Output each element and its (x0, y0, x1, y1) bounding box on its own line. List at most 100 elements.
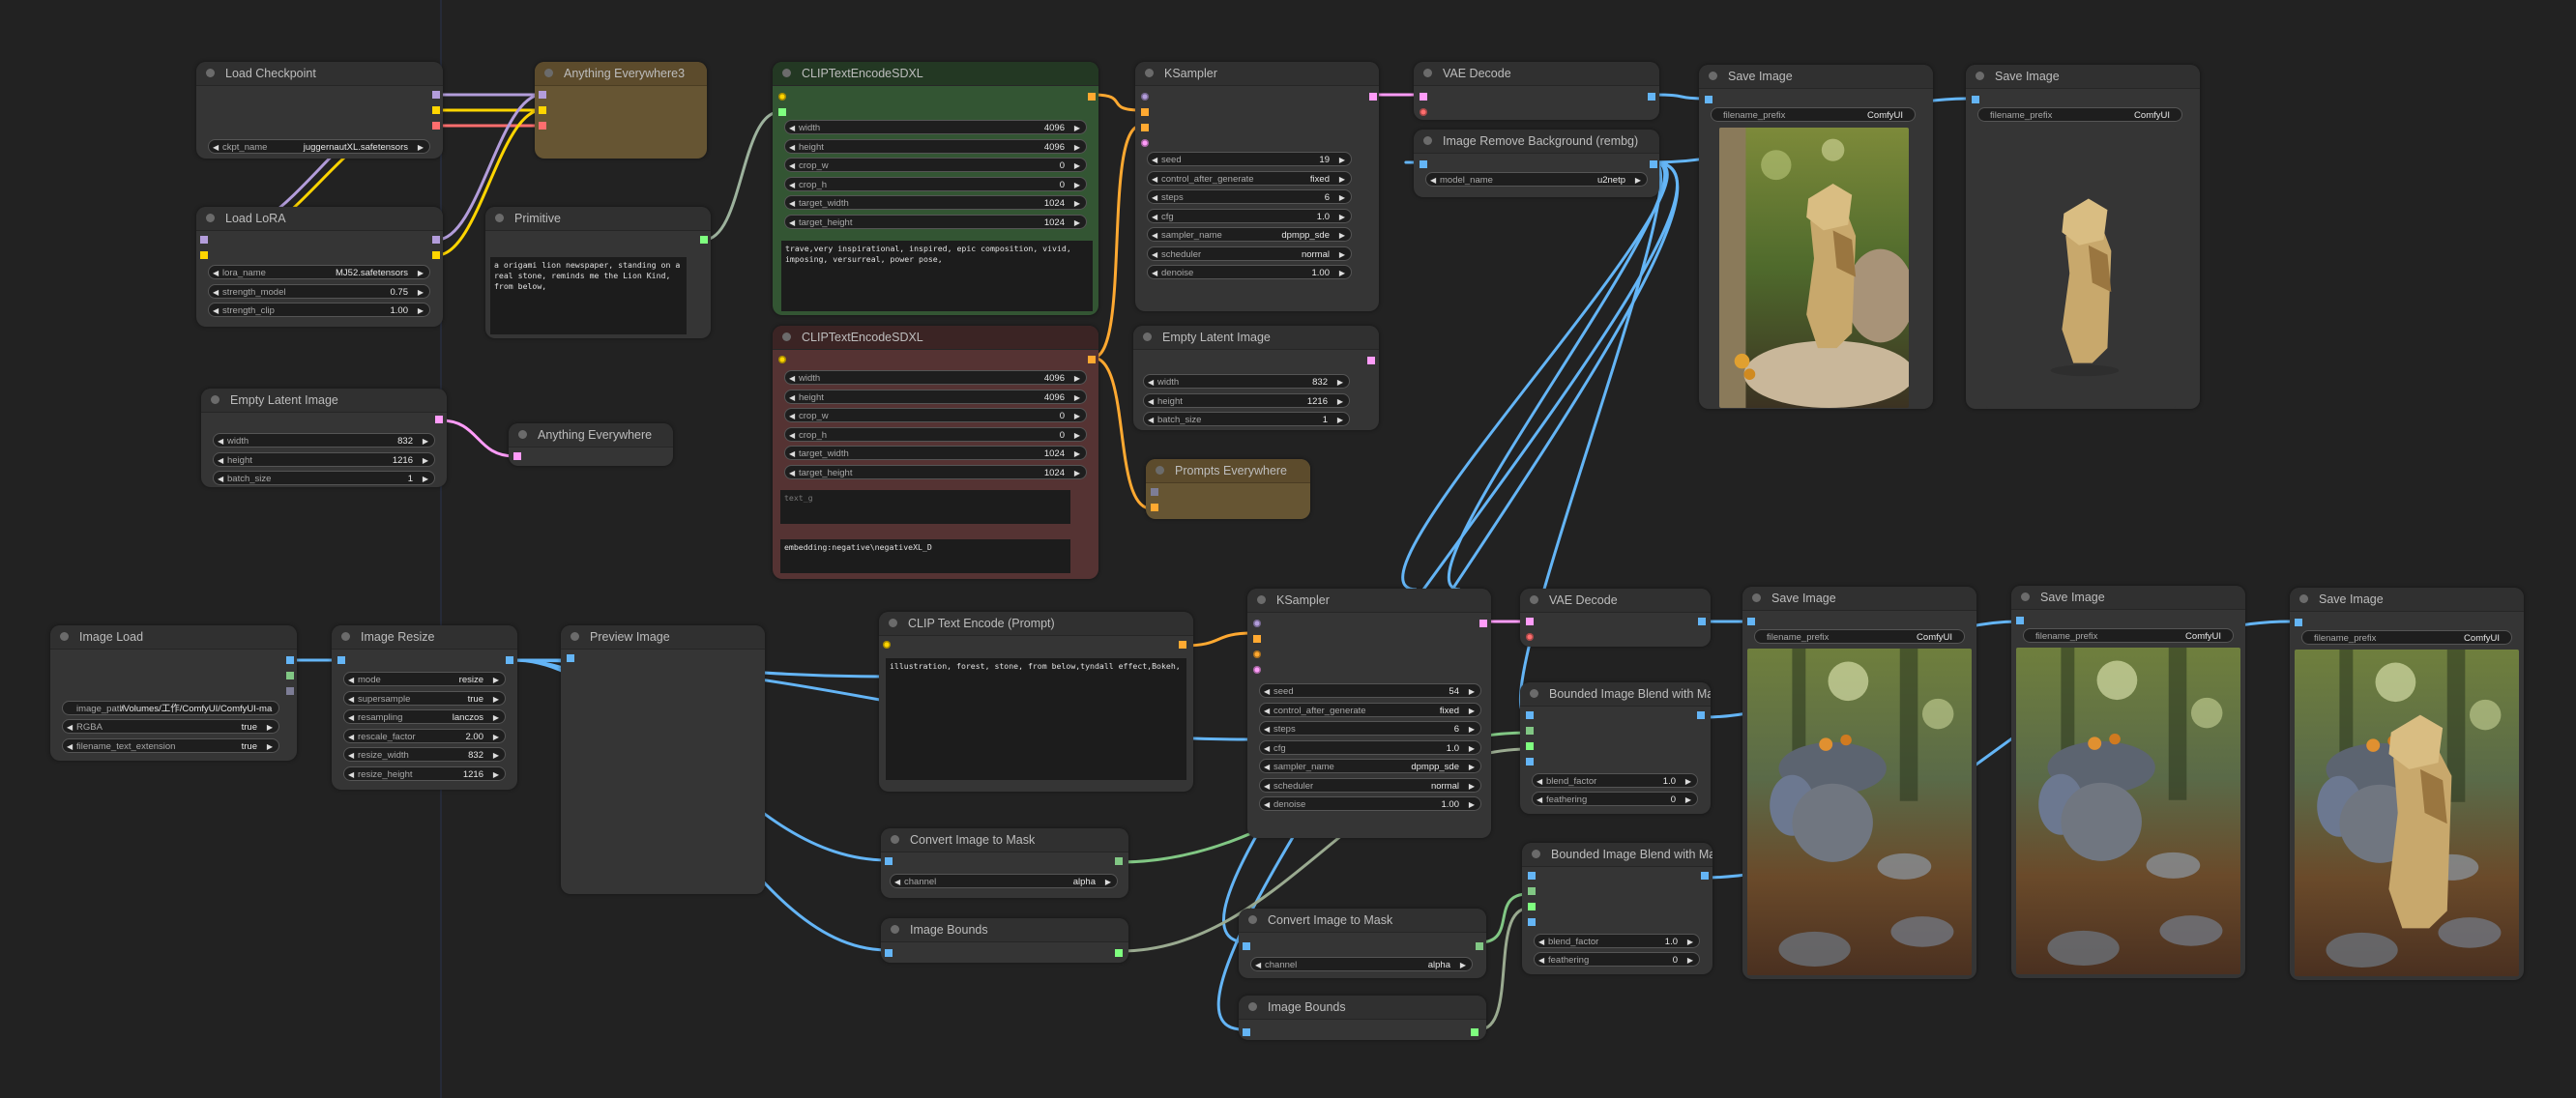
output-latent-socket[interactable] (1479, 620, 1487, 627)
input-latent-socket[interactable] (1141, 139, 1149, 147)
widget-resize-width[interactable]: ◀ ▶ resize_width 832 (343, 747, 506, 762)
input-bounds-socket[interactable] (1528, 903, 1536, 910)
arrow-left-icon[interactable]: ◀ (789, 371, 795, 386)
collapse-dot-icon[interactable] (1752, 593, 1761, 602)
output-latent-socket[interactable] (1367, 357, 1375, 364)
input-target-socket[interactable] (1526, 711, 1534, 719)
input-image-socket[interactable] (337, 656, 345, 664)
widget-mode[interactable]: ◀ ▶ mode resize (343, 672, 506, 686)
node-anything-everywhere[interactable]: Anything Everywhere (509, 423, 673, 466)
arrow-left-icon[interactable]: ◀ (1152, 247, 1157, 262)
widget-strength-model[interactable]: ◀ ▶ strength_model 0.75 (208, 283, 430, 300)
input-clip-socket[interactable] (883, 641, 891, 649)
widget-crop-w[interactable]: ◀ ▶ crop_w 0 (784, 408, 1087, 422)
input-image-socket[interactable] (1972, 96, 1979, 103)
filename-prefix-field[interactable]: filename_prefix ComfyUI (1977, 107, 2182, 122)
input-negative-socket[interactable] (1253, 650, 1261, 658)
arrow-left-icon[interactable]: ◀ (218, 434, 223, 448)
input-source-socket[interactable] (1526, 758, 1534, 766)
arrow-right-icon[interactable]: ▶ (493, 767, 499, 782)
arrow-left-icon[interactable]: ◀ (1538, 953, 1544, 968)
arrow-left-icon[interactable]: ◀ (213, 285, 219, 300)
node-title[interactable]: Save Image (2290, 588, 2524, 612)
node-preview-image[interactable]: Preview Image (561, 625, 765, 894)
widget-height[interactable]: ◀ ▶ height 1216 (1143, 392, 1350, 409)
arrow-right-icon[interactable]: ▶ (418, 140, 424, 155)
filename-prefix-field[interactable]: filename_prefix ComfyUI (2301, 630, 2512, 645)
widget-target-width[interactable]: ◀ ▶ target_width 1024 (784, 446, 1087, 460)
arrow-left-icon[interactable]: ◀ (1538, 935, 1544, 949)
output-image-socket[interactable] (1697, 711, 1705, 719)
collapse-dot-icon[interactable] (1156, 466, 1164, 475)
arrow-right-icon[interactable]: ▶ (493, 692, 499, 707)
widget-scheduler[interactable]: ◀ ▶ scheduler normal (1259, 777, 1481, 794)
collapse-dot-icon[interactable] (889, 619, 897, 627)
node-title[interactable]: Empty Latent Image (201, 389, 447, 413)
output-image-socket[interactable] (506, 656, 513, 664)
input-image-socket[interactable] (2295, 619, 2302, 626)
arrow-left-icon[interactable]: ◀ (1148, 394, 1154, 409)
input-samples-socket[interactable] (1526, 618, 1534, 625)
arrow-left-icon[interactable]: ◀ (1264, 741, 1270, 756)
arrow-left-icon[interactable]: ◀ (1264, 779, 1270, 794)
arrow-right-icon[interactable]: ▶ (1074, 390, 1080, 405)
node-title[interactable]: Preview Image (561, 625, 765, 650)
node-blend-1[interactable]: Bounded Image Blend with Mask ◀ ▶ blend_fac… (1520, 682, 1711, 814)
node-title[interactable]: Convert Image to Mask (881, 828, 1128, 852)
input-image-socket[interactable] (2016, 617, 2024, 624)
arrow-right-icon[interactable]: ▶ (1339, 172, 1345, 187)
arrow-right-icon[interactable]: ▶ (1685, 774, 1691, 789)
arrow-left-icon[interactable]: ◀ (1264, 760, 1270, 774)
input-anything-socket[interactable] (513, 452, 521, 460)
arrow-right-icon[interactable]: ▶ (1635, 173, 1641, 188)
arrow-right-icon[interactable]: ▶ (1460, 958, 1466, 972)
arrow-left-icon[interactable]: ◀ (1148, 375, 1154, 390)
arrow-left-icon[interactable]: ◀ (218, 472, 223, 486)
input-latent-socket[interactable] (1253, 666, 1261, 674)
widget-height[interactable]: ◀ ▶ height 1216 (213, 451, 435, 467)
collapse-dot-icon[interactable] (2299, 594, 2308, 603)
input-bounds-socket[interactable] (1526, 742, 1534, 750)
text-input[interactable]: text_g (780, 490, 1070, 524)
arrow-right-icon[interactable]: ▶ (1339, 247, 1345, 262)
widget-height[interactable]: ◀ ▶ height 4096 (784, 138, 1087, 155)
arrow-right-icon[interactable]: ▶ (1074, 428, 1080, 443)
collapse-dot-icon[interactable] (1709, 72, 1717, 80)
node-save-image-1[interactable]: Save Image filename_prefix ComfyUI (1699, 65, 1933, 409)
node-title[interactable]: Load Checkpoint (196, 62, 443, 86)
arrow-right-icon[interactable]: ▶ (1074, 371, 1080, 386)
node-prompts-everywhere[interactable]: Prompts Everywhere (1146, 459, 1310, 519)
input-image-socket[interactable] (1243, 1028, 1250, 1036)
arrow-right-icon[interactable]: ▶ (1074, 216, 1080, 230)
arrow-left-icon[interactable]: ◀ (348, 730, 354, 744)
arrow-left-icon[interactable]: ◀ (894, 875, 900, 889)
output-mask-socket[interactable] (1115, 857, 1123, 865)
arrow-right-icon[interactable]: ▶ (493, 673, 499, 687)
collapse-dot-icon[interactable] (495, 214, 504, 222)
arrow-right-icon[interactable]: ▶ (1074, 409, 1080, 423)
collapse-dot-icon[interactable] (518, 430, 527, 439)
collapse-dot-icon[interactable] (891, 835, 899, 844)
widget-target-height[interactable]: ◀ ▶ target_height 1024 (784, 464, 1087, 479)
arrow-left-icon[interactable]: ◀ (348, 767, 354, 782)
node-save-image-4[interactable]: Save Image filename_prefix ComfyUI (2011, 586, 2245, 978)
arrow-left-icon[interactable]: ◀ (348, 748, 354, 763)
arrow-left-icon[interactable]: ◀ (1152, 190, 1157, 205)
widget-height[interactable]: ◀ ▶ height 4096 (784, 389, 1087, 405)
arrow-right-icon[interactable]: ▶ (267, 720, 273, 735)
widget-channel[interactable]: ◀ ▶ channel alpha (890, 874, 1118, 888)
arrow-right-icon[interactable]: ▶ (1337, 394, 1343, 409)
node-title[interactable]: KSampler (1135, 62, 1379, 86)
input-vae-socket[interactable] (1420, 108, 1427, 116)
arrow-left-icon[interactable]: ◀ (1152, 153, 1157, 167)
arrow-left-icon[interactable]: ◀ (789, 140, 795, 155)
arrow-right-icon[interactable]: ▶ (1337, 375, 1343, 390)
filename-prefix-field[interactable]: filename_prefix ComfyUI (2023, 628, 2234, 643)
widget-steps[interactable]: ◀ ▶ steps 6 (1147, 189, 1352, 204)
arrow-right-icon[interactable]: ▶ (1074, 140, 1080, 155)
collapse-dot-icon[interactable] (1423, 136, 1432, 145)
node-vae-decode-top[interactable]: VAE Decode (1414, 62, 1659, 120)
node-image-resize[interactable]: Image Resize ◀ ▶ mode resize ◀ ▶ supersample tru… (332, 625, 517, 790)
arrow-right-icon[interactable]: ▶ (418, 266, 424, 280)
arrow-left-icon[interactable]: ◀ (1264, 797, 1270, 812)
